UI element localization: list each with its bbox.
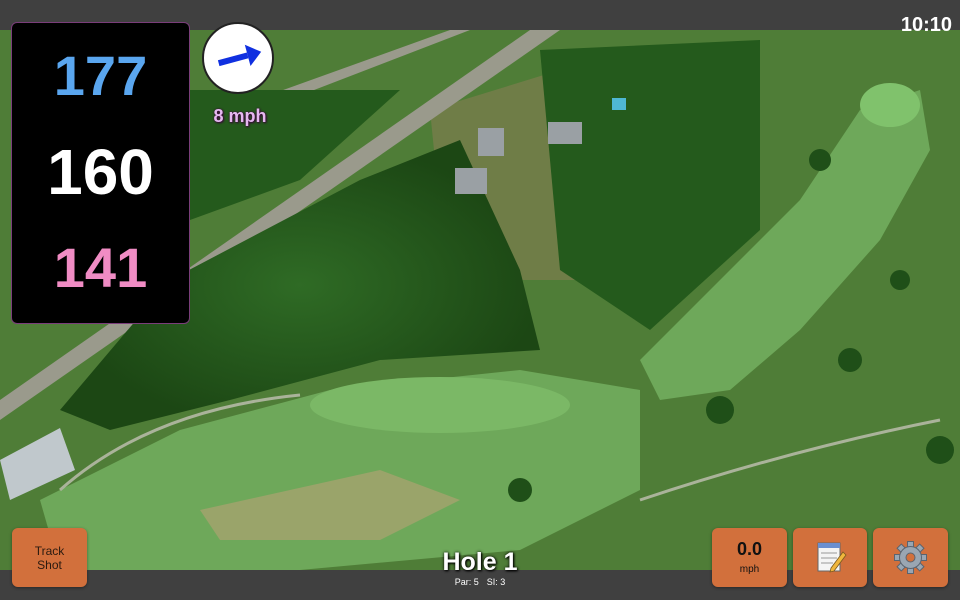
distance-panel: 177 160 141 — [11, 22, 190, 324]
speed-unit: mph — [739, 564, 760, 575]
hole-title: Hole 1 — [442, 548, 518, 576]
settings-button[interactable] — [873, 528, 948, 587]
front-green-distance: 141 — [53, 236, 148, 299]
back-green-distance: 177 — [53, 44, 148, 107]
hole-par: Par: 5 — [454, 577, 479, 587]
gear-icon — [894, 541, 927, 574]
notes-button[interactable] — [793, 528, 867, 587]
wind-speed-label: 8 mph — [213, 106, 267, 126]
track-shot-label-line1: Track — [34, 544, 65, 558]
hole-info: Par: 5 SI: 3 — [380, 577, 580, 587]
speed-button[interactable]: 0.0 mph — [712, 528, 787, 587]
track-shot-button[interactable]: Track Shot — [12, 528, 87, 587]
notepad-icon — [817, 542, 847, 573]
speed-value: 0.0 — [736, 539, 763, 559]
hole-stroke-index: SI: 3 — [486, 577, 506, 587]
wind-arrow-icon — [217, 44, 262, 67]
track-shot-label-line2: Shot — [37, 558, 62, 572]
clock: 10:10 — [900, 14, 952, 36]
wind-indicator — [202, 22, 274, 94]
center-green-distance: 160 — [47, 136, 154, 208]
